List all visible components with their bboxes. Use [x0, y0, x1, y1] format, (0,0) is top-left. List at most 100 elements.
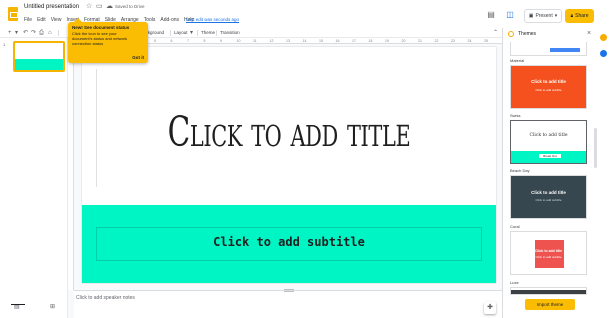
import-theme-button[interactable]: Import theme: [525, 299, 575, 310]
ruler-tick-label: 13: [286, 39, 290, 43]
ruler-tick-label: 14: [302, 39, 307, 43]
side-rail: [598, 28, 609, 318]
keep-icon[interactable]: [600, 34, 607, 41]
theme-card-partial[interactable]: [510, 287, 587, 295]
notes-resize-handle[interactable]: [284, 289, 294, 292]
menu-file[interactable]: File: [24, 16, 32, 24]
ruler-tick-label: 8: [203, 39, 206, 43]
theme-name: Material: [510, 58, 525, 63]
ruler-tick-label: 18: [368, 39, 373, 43]
chevron-up-icon[interactable]: ⌃: [493, 29, 498, 37]
vertical-ruler[interactable]: [68, 44, 74, 290]
ruler-tick-label: 7: [187, 39, 189, 43]
tooltip-title: New! See document status: [72, 25, 130, 30]
redo-icon[interactable]: ↷: [31, 29, 36, 37]
present-button[interactable]: ▣ Present ▾: [524, 9, 562, 23]
slide-title-placeholder[interactable]: Click to add title: [140, 107, 438, 157]
slide-subtitle-placeholder[interactable]: Click to add subtitle: [82, 235, 496, 249]
themes-title: Themes: [518, 31, 537, 37]
close-icon[interactable]: ×: [587, 30, 591, 37]
comments-icon[interactable]: ▤: [486, 11, 496, 19]
toolbar-divider: [58, 30, 59, 36]
ruler-tick-label: 11: [253, 39, 257, 43]
ruler-tick-label: 24: [467, 39, 472, 43]
slide-number: 1: [3, 42, 6, 47]
theme-card-title: Click to add title: [531, 190, 566, 195]
paint-format-icon[interactable]: ⌂: [48, 29, 52, 37]
theme-card-title: Click to add title: [531, 79, 566, 84]
speaker-notes[interactable]: Click to add speaker notes: [74, 289, 502, 318]
theme-name: Coral: [510, 224, 520, 229]
ruler-tick-label: 5: [154, 39, 156, 43]
star-icon[interactable]: ☆: [86, 3, 92, 11]
ruler-tick-label: 20: [401, 39, 406, 43]
ruler-tick-label: 6: [170, 39, 173, 43]
theme-card-previous[interactable]: [510, 42, 587, 56]
menu-addons[interactable]: Add-ons: [160, 16, 179, 24]
toolbar-divider: [216, 30, 217, 36]
explore-icon: ✚: [487, 304, 493, 311]
themes-icon: [508, 31, 514, 37]
menu-edit[interactable]: Edit: [37, 16, 46, 24]
speaker-notes-placeholder[interactable]: Click to add speaker notes: [76, 295, 135, 301]
ruler-tick-label: 15: [319, 39, 323, 43]
lock-icon: 🔒︎: [570, 13, 574, 19]
print-icon[interactable]: ⎙: [39, 29, 44, 37]
slide-filmstrip: 1 ▤ ⊞: [0, 38, 68, 318]
last-edit-link[interactable]: Last edit was seconds ago: [186, 17, 239, 22]
explore-button[interactable]: ✚: [484, 302, 496, 314]
activity-icon[interactable]: ◫: [505, 11, 515, 19]
tooltip-body: Click the icon to see your document's st…: [72, 31, 128, 46]
theme-button[interactable]: Theme: [201, 29, 215, 37]
chevron-down-icon[interactable]: ▾: [15, 29, 18, 37]
theme-card-subtitle: Break Out: [539, 154, 561, 158]
theme-card-selected[interactable]: Click to add title Break Out: [510, 120, 587, 164]
theme-card-dark[interactable]: Click to add title Click to add subtitle: [510, 175, 587, 219]
cloud-status-icon[interactable]: ☁: [106, 3, 113, 11]
ruler-tick-label: 16: [335, 39, 340, 43]
theme-card-title: Click to add title: [529, 133, 568, 138]
subtitle-band: Click to add subtitle: [82, 205, 496, 283]
tasks-icon[interactable]: [600, 50, 607, 57]
new-slide-icon[interactable]: +: [8, 29, 12, 37]
theme-name: Beach Day: [510, 168, 530, 173]
toolbar-divider: [197, 30, 198, 36]
document-title[interactable]: Untitled presentation: [24, 4, 79, 10]
ruler-tick-label: 10: [236, 39, 241, 43]
transition-button[interactable]: Transition: [220, 29, 240, 37]
undo-icon[interactable]: ↶: [23, 29, 28, 37]
menu-view[interactable]: View: [51, 16, 62, 24]
slide-canvas[interactable]: Click to add title Click to add subtitle: [82, 47, 496, 283]
grid-view-icon[interactable]: ⊞: [50, 303, 55, 310]
theme-card-subtitle: Click to add subtitle: [535, 88, 562, 92]
theme-card-subtitle: Click to add subtitle: [535, 198, 562, 202]
chevron-down-icon[interactable]: ▾: [190, 29, 193, 37]
theme-name: Swiss: [510, 113, 521, 118]
theme-card-block: [535, 240, 564, 268]
active-view-indicator: [11, 304, 25, 305]
share-button[interactable]: 🔒︎ Share: [565, 9, 594, 23]
theme-card-coral[interactable]: Click to add title Click to add subtitle: [510, 231, 587, 275]
theme-card-material[interactable]: Click to add title Click to add subtitle: [510, 65, 587, 109]
present-label: Present: [535, 13, 553, 19]
present-icon: ▣: [528, 13, 534, 19]
ruler-tick-label: 19: [385, 39, 389, 43]
folder-icon[interactable]: ▭: [96, 3, 103, 11]
theme-accent-bar: [550, 48, 580, 52]
slides-logo-icon[interactable]: [8, 7, 18, 21]
ruler-tick-label: 21: [418, 39, 422, 43]
themes-header: Themes ×: [503, 28, 599, 42]
theme-card-subtitle: Click to add subtitle: [535, 255, 562, 259]
slide-thumbnail[interactable]: [13, 41, 65, 72]
ruler-tick-label: 22: [434, 39, 439, 43]
theme-card-band: [511, 290, 586, 294]
tooltip-got-it-button[interactable]: Got it: [132, 55, 144, 60]
ruler-tick-label: 12: [269, 39, 274, 43]
toolbar-divider: [170, 30, 171, 36]
layout-button[interactable]: Layout: [174, 29, 188, 37]
save-status: Saved to Drive: [115, 4, 145, 9]
ruler-tick-label: 9: [220, 39, 222, 43]
document-status-tooltip: New! See document status Click the icon …: [68, 18, 148, 63]
theme-card-title: Click to add title: [534, 249, 563, 253]
themes-scrollbar[interactable]: [594, 128, 597, 168]
